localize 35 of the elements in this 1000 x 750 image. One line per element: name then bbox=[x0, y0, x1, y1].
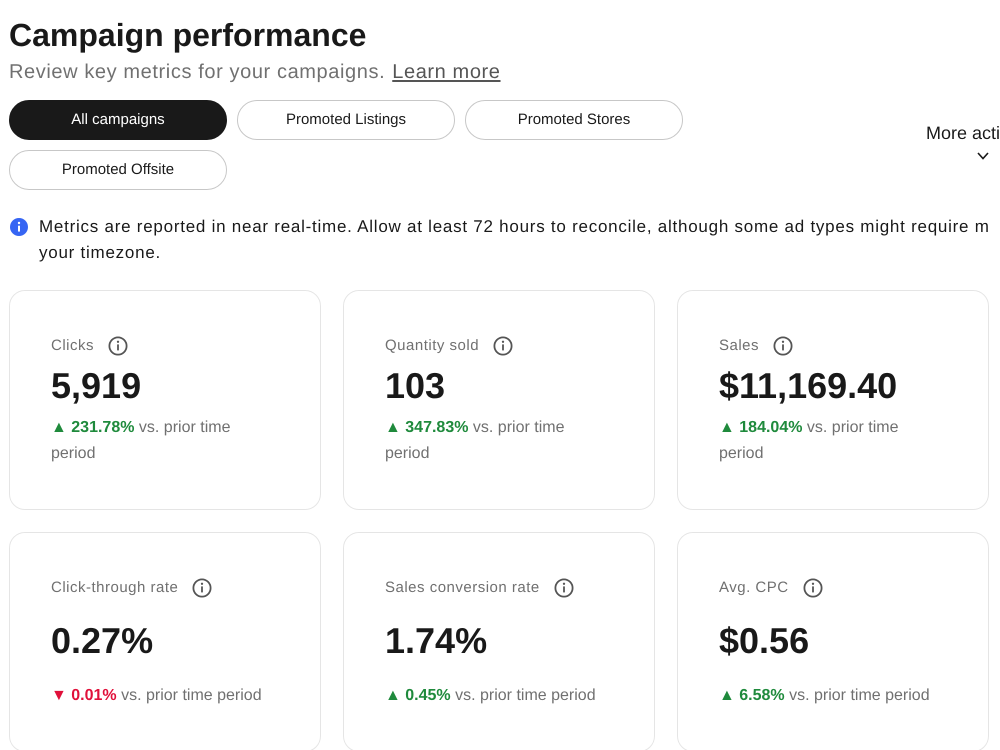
campaign-filter-tab[interactable]: Promoted Offsite bbox=[9, 150, 227, 190]
more-actions-button[interactable]: More acti bbox=[926, 122, 1000, 160]
metric-label: Sales bbox=[719, 336, 760, 356]
change-text: ▲ 6.58% vs. prior time period bbox=[719, 686, 931, 706]
change-text: ▲ 347.83% vs. prior time period bbox=[385, 418, 566, 464]
page-title: Campaign performance bbox=[9, 16, 366, 54]
page-subtitle: Review key metrics for your campaigns. bbox=[9, 60, 386, 85]
campaign-filter-tab[interactable]: Promoted Listings bbox=[237, 100, 455, 140]
metric-label: Sales conversion rate bbox=[385, 578, 540, 598]
change-text: ▲ 231.78% vs. prior time period bbox=[51, 418, 232, 464]
info-icon[interactable] bbox=[773, 336, 794, 356]
change-text: ▲ 0.45% vs. prior time period bbox=[385, 686, 597, 706]
info-icon bbox=[10, 218, 28, 236]
campaign-filter-tab[interactable]: All campaigns bbox=[9, 100, 227, 140]
metric-value: 103 bbox=[385, 364, 446, 408]
metric-label: Clicks bbox=[51, 336, 94, 356]
change-text: ▲ 184.04% vs. prior time period bbox=[719, 418, 900, 464]
metric-label: Click-through rate bbox=[51, 578, 178, 598]
metric-value: $0.56 bbox=[719, 618, 810, 662]
metric-value: $11,169.40 bbox=[719, 364, 898, 408]
info-icon[interactable] bbox=[108, 336, 128, 356]
metric-label: Quantity sold bbox=[385, 336, 480, 356]
campaign-filter-tab[interactable]: Promoted Stores bbox=[465, 100, 683, 140]
metric-value: 0.27% bbox=[51, 618, 154, 662]
learn-more-link[interactable]: Learn more bbox=[392, 58, 501, 86]
info-icon[interactable] bbox=[554, 578, 574, 598]
info-icon[interactable] bbox=[493, 336, 514, 356]
info-icon[interactable] bbox=[192, 578, 212, 598]
metric-value: 1.74% bbox=[385, 618, 488, 662]
notice-text: Metrics are reported in near real-time. Allow at least 72 hours to reconcile, although some ad types might require m your timezone. bbox=[39, 216, 990, 264]
metric-value: 5,919 bbox=[51, 364, 142, 408]
info-icon[interactable] bbox=[802, 578, 823, 598]
change-text: ▼ 0.01% vs. prior time period bbox=[51, 686, 263, 706]
metric-label: Avg. CPC bbox=[719, 578, 789, 598]
chevron-down-icon bbox=[977, 152, 989, 160]
